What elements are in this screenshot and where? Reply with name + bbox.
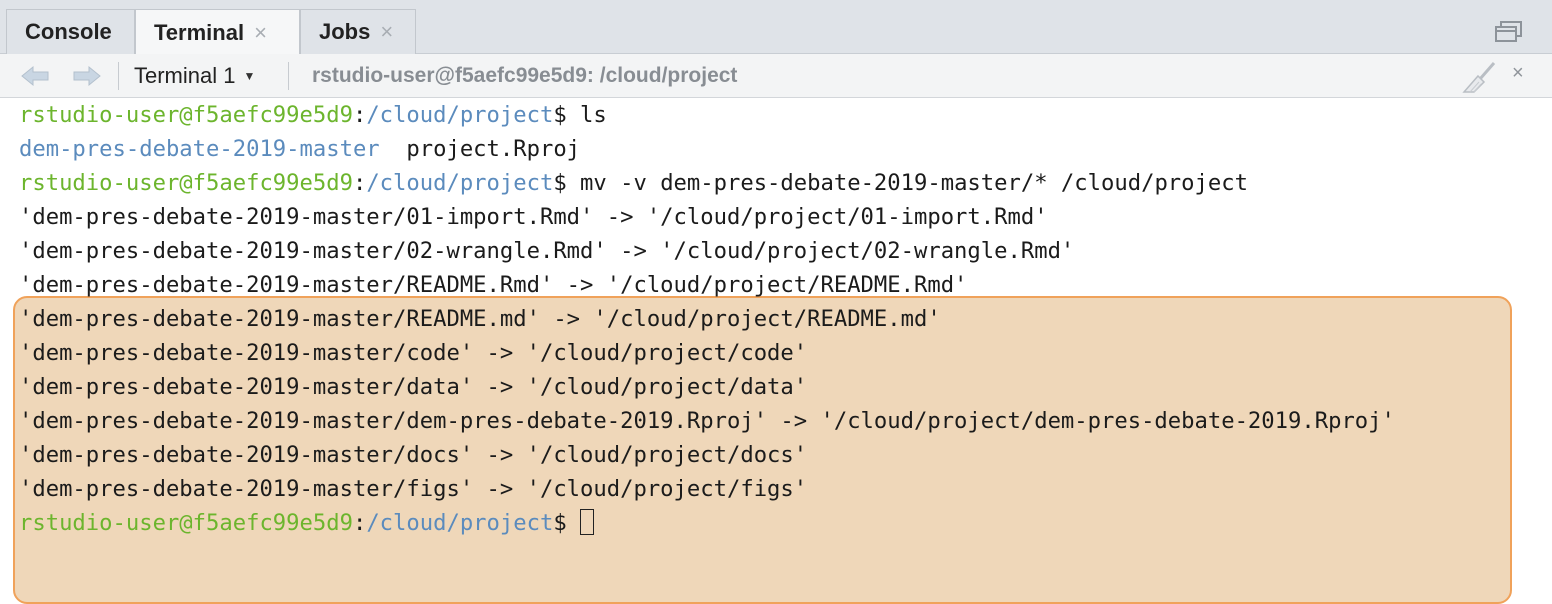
tab-terminal[interactable]: Terminal × <box>135 9 300 55</box>
tab-jobs-close-icon[interactable]: × <box>380 19 393 45</box>
prompt-separator: : <box>352 102 367 128</box>
mv-output-line: 'dem-pres-debate-2019-master/02-wrangle.… <box>19 238 1075 264</box>
toolbar-separator <box>118 62 119 90</box>
tab-jobs-label: Jobs <box>319 19 371 44</box>
maximize-pane-icon[interactable] <box>1494 20 1524 44</box>
terminal-line: dem-pres-debate-2019-master project.Rpro… <box>19 132 580 166</box>
close-terminal-icon[interactable]: × <box>1512 62 1524 85</box>
mv-output-line: 'dem-pres-debate-2019-master/README.md' … <box>19 306 941 332</box>
prompt-path: /cloud/project <box>366 170 554 196</box>
broom-clear-icon[interactable] <box>1460 60 1500 94</box>
tab-strip: Console Terminal × Jobs × <box>0 0 1552 55</box>
command-text: ls <box>580 102 607 128</box>
tab-terminal-close-icon[interactable]: × <box>254 20 267 46</box>
command-text: mv -v dem-pres-debate-2019-master/* /clo… <box>580 170 1248 196</box>
chevron-down-icon: ▼ <box>243 69 256 83</box>
prompt-path: /cloud/project <box>366 510 554 536</box>
terminal-cursor <box>580 509 595 535</box>
forward-arrow-icon[interactable] <box>72 65 102 87</box>
mv-output-line: 'dem-pres-debate-2019-master/figs' -> '/… <box>19 476 808 502</box>
terminal-selector-dropdown[interactable]: Terminal 1 ▼ <box>134 63 255 89</box>
terminal-line: rstudio-user@f5aefc99e5d9:/cloud/project… <box>19 98 607 132</box>
mv-output-line: 'dem-pres-debate-2019-master/docs' -> '/… <box>19 442 808 468</box>
prompt-separator: : <box>352 510 367 536</box>
terminal-line: rstudio-user@f5aefc99e5d9:/cloud/project… <box>19 166 1248 200</box>
prompt-symbol: $ <box>553 102 567 128</box>
mv-output-line: 'dem-pres-debate-2019-master/README.Rmd'… <box>19 272 968 298</box>
terminal-session-title: rstudio-user@f5aefc99e5d9: /cloud/projec… <box>312 64 738 87</box>
prompt-symbol: $ <box>553 510 567 536</box>
prompt-separator: : <box>352 170 367 196</box>
tab-console[interactable]: Console <box>6 9 135 54</box>
terminal-pane: Console Terminal × Jobs × Terminal 1 ▼ r <box>0 0 1552 604</box>
tab-jobs[interactable]: Jobs × <box>300 9 416 54</box>
terminal-selector-label: Terminal 1 <box>134 63 236 88</box>
prompt-path: /cloud/project <box>366 102 554 128</box>
back-arrow-icon[interactable] <box>20 65 50 87</box>
prompt-user: rstudio-user@f5aefc99e5d9 <box>19 510 353 536</box>
prompt-user: rstudio-user@f5aefc99e5d9 <box>19 102 353 128</box>
terminal-output[interactable]: rstudio-user@f5aefc99e5d9:/cloud/project… <box>6 98 1546 604</box>
prompt-user: rstudio-user@f5aefc99e5d9 <box>19 170 353 196</box>
mv-output-line: 'dem-pres-debate-2019-master/01-import.R… <box>19 204 1048 230</box>
prompt-symbol: $ <box>553 170 567 196</box>
ls-file-entry: project.Rproj <box>406 136 581 162</box>
ls-dir-entry: dem-pres-debate-2019-master <box>19 136 380 162</box>
tab-console-label: Console <box>25 19 112 44</box>
tab-terminal-label: Terminal <box>154 19 245 45</box>
mv-output-line: 'dem-pres-debate-2019-master/data' -> '/… <box>19 374 808 400</box>
toolbar-separator <box>288 62 289 90</box>
terminal-toolbar: Terminal 1 ▼ rstudio-user@f5aefc99e5d9: … <box>0 54 1552 98</box>
mv-output-line: 'dem-pres-debate-2019-master/code' -> '/… <box>19 340 808 366</box>
terminal-line: rstudio-user@f5aefc99e5d9:/cloud/project… <box>19 506 595 540</box>
mv-output-line: 'dem-pres-debate-2019-master/dem-pres-de… <box>19 408 1395 434</box>
